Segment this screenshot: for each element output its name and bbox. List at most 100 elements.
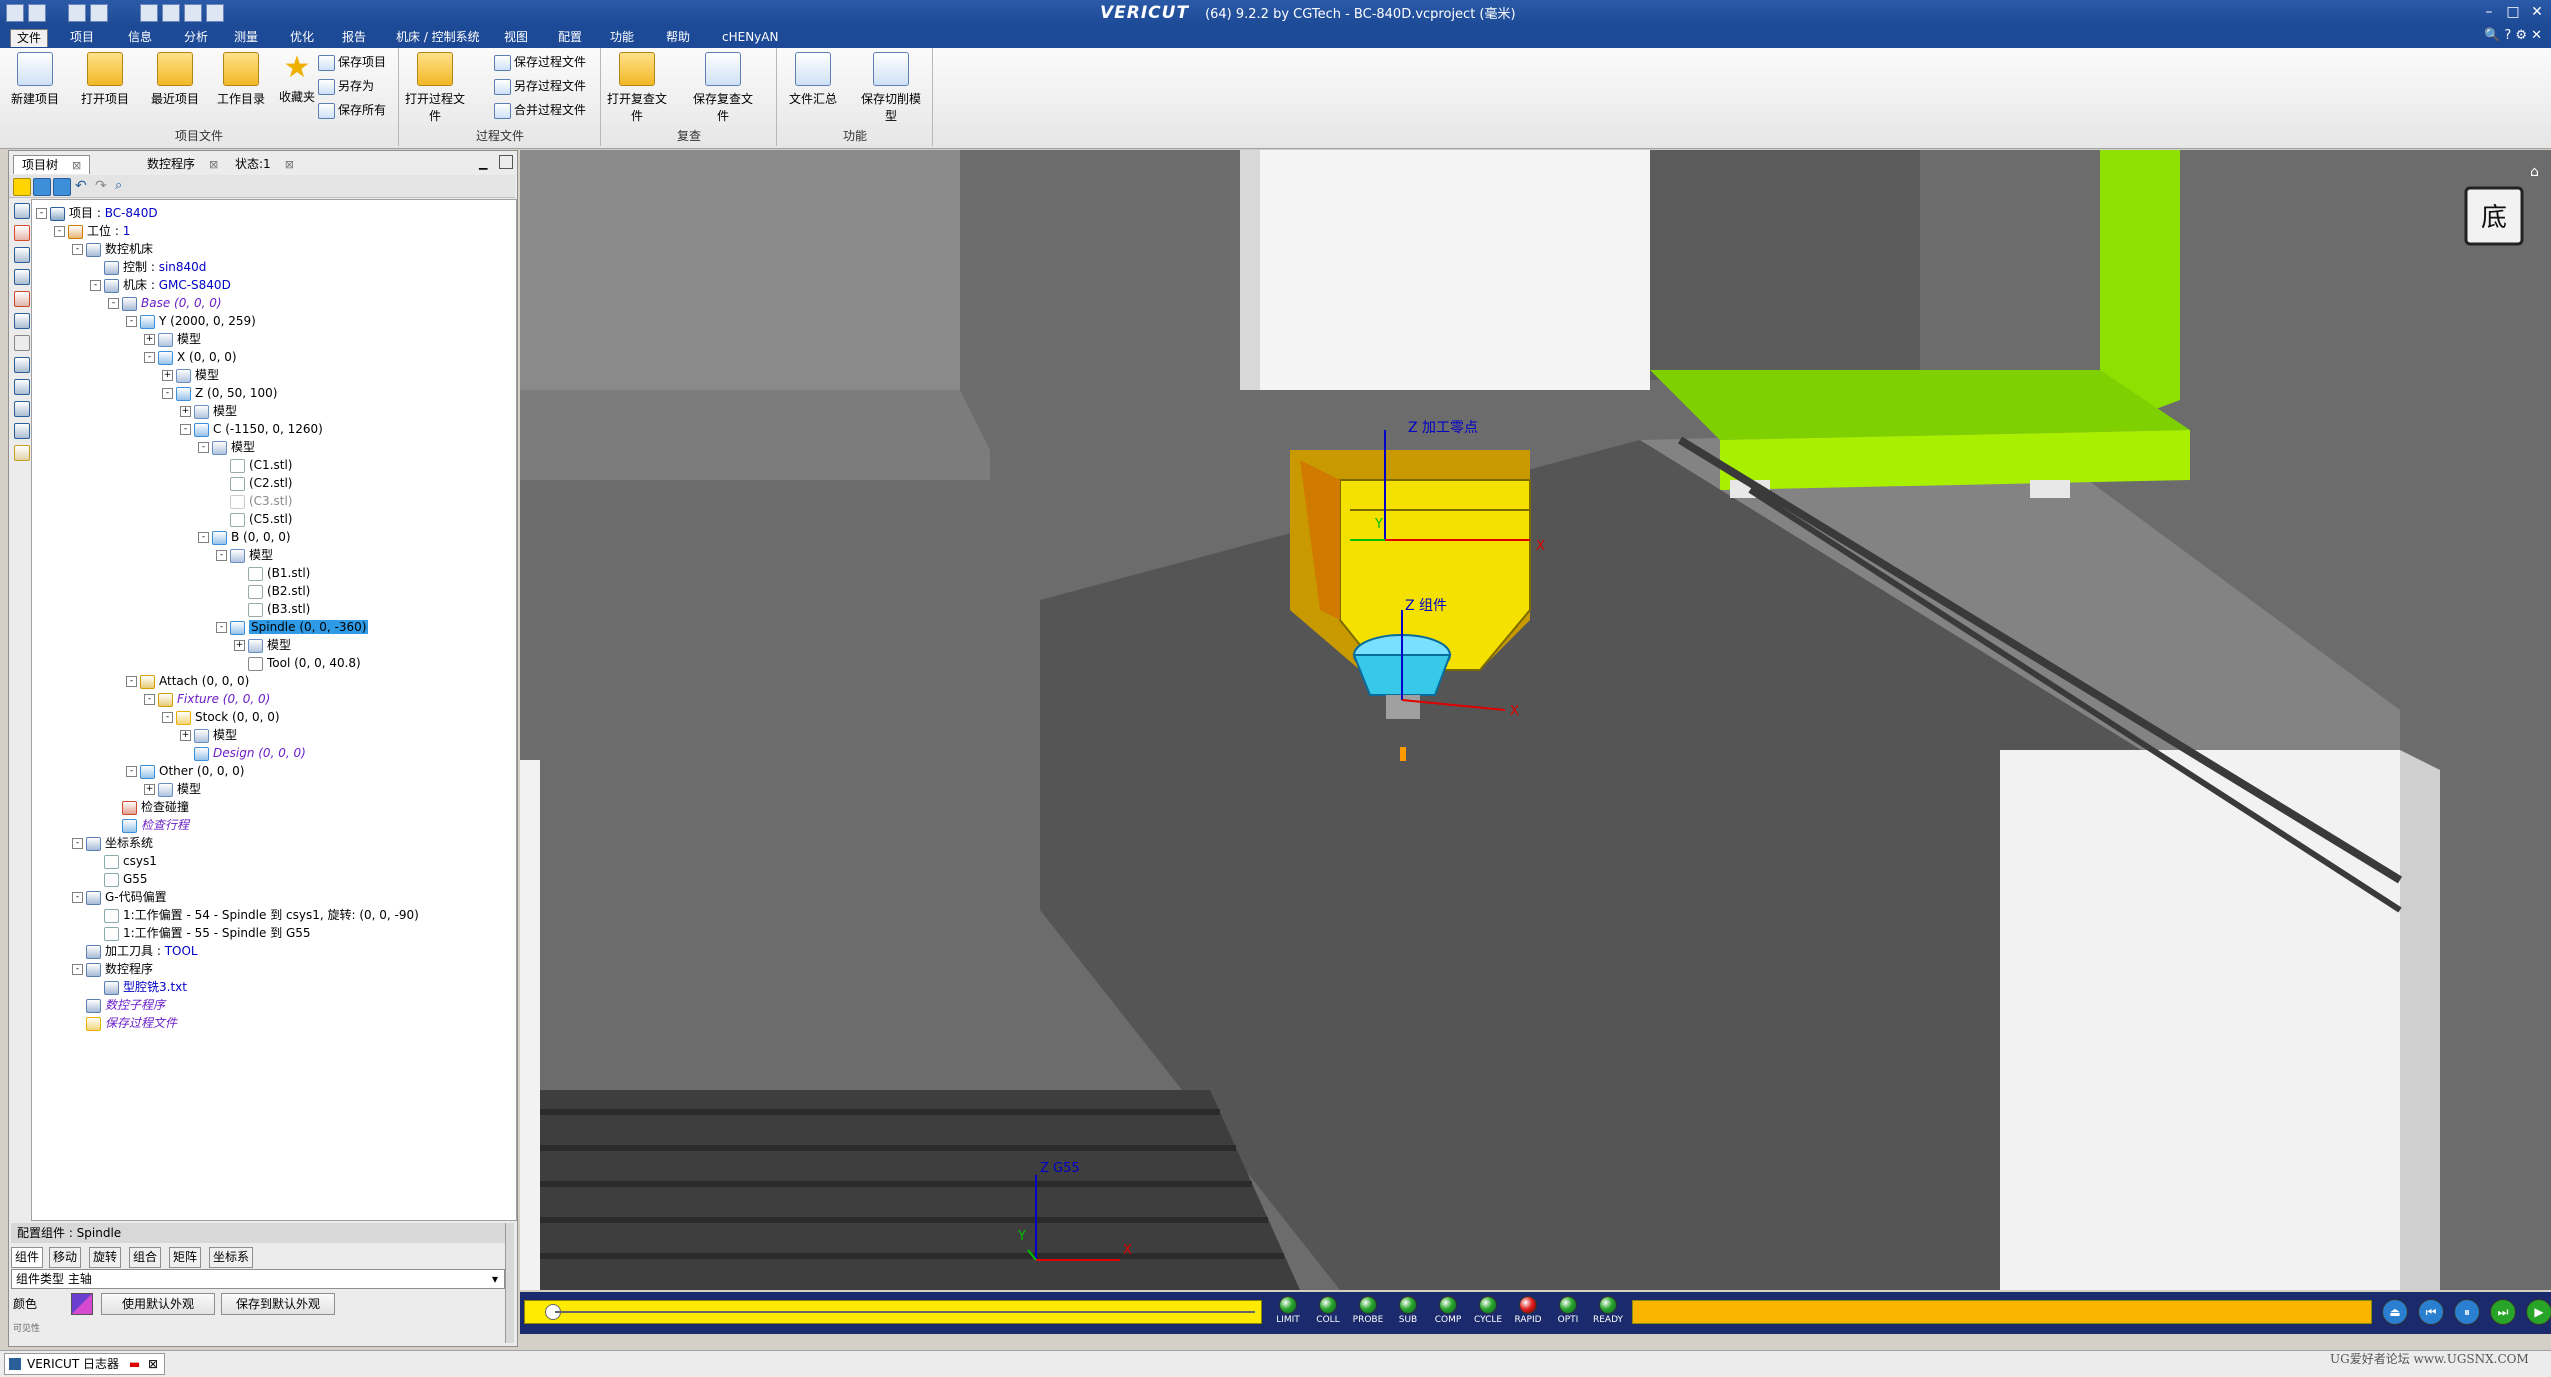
config-tab-5[interactable]: 坐标系	[209, 1247, 254, 1268]
menu-item-5[interactable]: 优化	[284, 29, 320, 46]
expand-icon[interactable]	[13, 178, 31, 196]
ribbon-small-button-0-2[interactable]: 保存所有	[316, 100, 386, 120]
list-view-icon[interactable]	[53, 178, 71, 196]
component-tool-icon[interactable]	[14, 247, 30, 263]
config-tab-0[interactable]: 组件	[11, 1247, 44, 1268]
config-scrollbar[interactable]	[505, 1223, 514, 1343]
tree-node[interactable]: 检查行程	[108, 816, 189, 834]
tree-node[interactable]: - Attach (0, 0, 0)	[126, 672, 249, 690]
expand-icon[interactable]: +	[162, 370, 173, 381]
close-icon[interactable]: ✕	[2531, 28, 2542, 43]
tree-node[interactable]: csys1	[90, 852, 157, 870]
collapse-icon[interactable]: -	[72, 838, 83, 849]
search-icon[interactable]: ⌕	[115, 178, 131, 194]
save-default-appearance-button[interactable]: 保存到默认外观	[221, 1293, 335, 1315]
collapse-icon[interactable]: -	[72, 892, 83, 903]
component-tool-icon[interactable]	[14, 225, 30, 241]
maximize-icon[interactable]: □	[2504, 4, 2522, 20]
config-tab-1[interactable]: 移动	[49, 1247, 82, 1268]
expand-icon[interactable]: +	[180, 730, 191, 741]
ribbon-button-3-1[interactable]: 保存切削模型	[858, 52, 924, 124]
ribbon-small-button-0-0[interactable]: 保存项目	[316, 52, 386, 72]
ribbon-button-2-1[interactable]: 保存复查文件	[690, 52, 756, 124]
component-tool-icon[interactable]	[14, 313, 30, 329]
expand-icon[interactable]: +	[180, 406, 191, 417]
tree-node[interactable]: - 模型	[216, 546, 273, 564]
step-forward-icon[interactable]: ⏭	[2490, 1299, 2516, 1325]
ribbon-button-0-0[interactable]: 新建项目	[2, 52, 68, 107]
tree-node[interactable]: + 模型	[180, 726, 237, 744]
menu-item-8[interactable]: 视图	[498, 29, 534, 46]
tree-node[interactable]: 保存过程文件	[72, 1014, 177, 1032]
use-default-appearance-button[interactable]: 使用默认外观	[101, 1293, 215, 1315]
menu-item-0[interactable]: 文件	[10, 29, 49, 47]
panel-tab-1[interactable]: 数控程序 ⊠	[139, 155, 226, 173]
collapse-icon[interactable]: -	[126, 766, 137, 777]
tree-node[interactable]: 1:工作偏置 - 55 - Spindle 到 G55	[90, 924, 311, 942]
tree-node[interactable]: (C1.stl)	[216, 456, 292, 474]
collapse-icon[interactable]: -	[198, 442, 209, 453]
collapse-icon[interactable]: -	[72, 964, 83, 975]
tree-node[interactable]: 数控子程序	[72, 996, 165, 1014]
save-icon[interactable]	[6, 4, 24, 22]
tree-node[interactable]: (C3.stl)	[216, 492, 292, 510]
collapse-icon[interactable]: -	[126, 316, 137, 327]
collapse-icon[interactable]: -	[144, 352, 155, 363]
close-icon[interactable]: ⊠	[209, 158, 218, 171]
tree-node[interactable]: - 工位 : 1	[54, 222, 130, 240]
tree-node[interactable]: 检查碰撞	[108, 798, 189, 816]
panel-tab-0[interactable]: 项目树 ⊠	[13, 155, 91, 174]
tree-node[interactable]: - Y (2000, 0, 259)	[126, 312, 256, 330]
tree-node[interactable]: - Fixture (0, 0, 0)	[144, 690, 270, 708]
tree-node[interactable]: (B2.stl)	[234, 582, 310, 600]
undo-icon[interactable]: ↶	[75, 178, 91, 194]
menu-item-4[interactable]: 测量	[228, 29, 264, 46]
tree-node[interactable]: Tool (0, 0, 40.8)	[234, 654, 361, 672]
rewind-icon[interactable]: ⏏	[2382, 1299, 2408, 1325]
menu-item-11[interactable]: 帮助	[660, 29, 696, 46]
menu-item-3[interactable]: 分析	[178, 29, 214, 46]
tree-node[interactable]: (C5.stl)	[216, 510, 292, 528]
collapse-icon[interactable]: -	[198, 532, 209, 543]
component-tool-icon[interactable]	[14, 269, 30, 285]
tree-node[interactable]: 控制 : sin840d	[90, 258, 206, 276]
tree-node[interactable]: - C (-1150, 0, 1260)	[180, 420, 323, 438]
ribbon-button-1-0[interactable]: 打开过程文件	[402, 52, 468, 124]
gear-icon[interactable]: ⚙	[2515, 28, 2527, 43]
logger-close-icon[interactable]: ⊠	[148, 1357, 158, 1371]
component-tool-icon[interactable]	[14, 291, 30, 307]
config-tab-2[interactable]: 旋转	[89, 1247, 122, 1268]
ribbon-small-button-1-2[interactable]: 合并过程文件	[492, 100, 586, 120]
tree-node[interactable]: + 模型	[180, 402, 237, 420]
ribbon-button-2-0[interactable]: 打开复查文件	[604, 52, 670, 124]
tree-node[interactable]: 1:工作偏置 - 54 - Spindle 到 csys1, 旋转: (0, 0…	[90, 906, 419, 924]
tree-node[interactable]: + 模型	[144, 330, 201, 348]
layout-icon[interactable]	[184, 4, 202, 22]
tree-node[interactable]: (B1.stl)	[234, 564, 310, 582]
logger-pin-icon[interactable]: ▬	[129, 1357, 140, 1371]
collapse-icon[interactable]: -	[126, 676, 137, 687]
collapse-icon[interactable]: -	[180, 424, 191, 435]
ribbon-button-3-0[interactable]: 文件汇总	[780, 52, 846, 107]
collapse-icon[interactable]: -	[36, 208, 47, 219]
collapse-icon[interactable]: -	[216, 550, 227, 561]
logger-tab[interactable]: VERICUT 日志器 ▬ ⊠	[4, 1353, 166, 1375]
collapse-icon[interactable]: -	[162, 712, 173, 723]
3d-viewport[interactable]: Z 加工零点 X Y Z 组件 X Z G55 X Y 底 ⌂	[520, 150, 2551, 1290]
tree-node[interactable]: 加工刀具 : TOOL	[72, 942, 198, 960]
collapse-icon[interactable]: -	[54, 226, 65, 237]
minimize-icon[interactable]: –	[2480, 4, 2498, 20]
speed-slider[interactable]	[1632, 1300, 2372, 1324]
tree-node[interactable]: - Base (0, 0, 0)	[108, 294, 222, 312]
tree-node[interactable]: 型腔铣3.txt	[90, 978, 187, 996]
tree-node[interactable]: - Z (0, 50, 100)	[162, 384, 277, 402]
collapse-icon[interactable]: -	[90, 280, 101, 291]
pause-icon[interactable]: ⏸	[2454, 1299, 2480, 1325]
component-tool-icon[interactable]	[14, 203, 30, 219]
component-tool-icon[interactable]	[14, 335, 30, 351]
ribbon-small-button-1-1[interactable]: 另存过程文件	[492, 76, 586, 96]
collapse-icon[interactable]: -	[144, 694, 155, 705]
expand-icon[interactable]: +	[144, 334, 155, 345]
step-back-icon[interactable]: ⏮	[2418, 1299, 2444, 1325]
close-icon[interactable]: ⊠	[72, 159, 81, 172]
